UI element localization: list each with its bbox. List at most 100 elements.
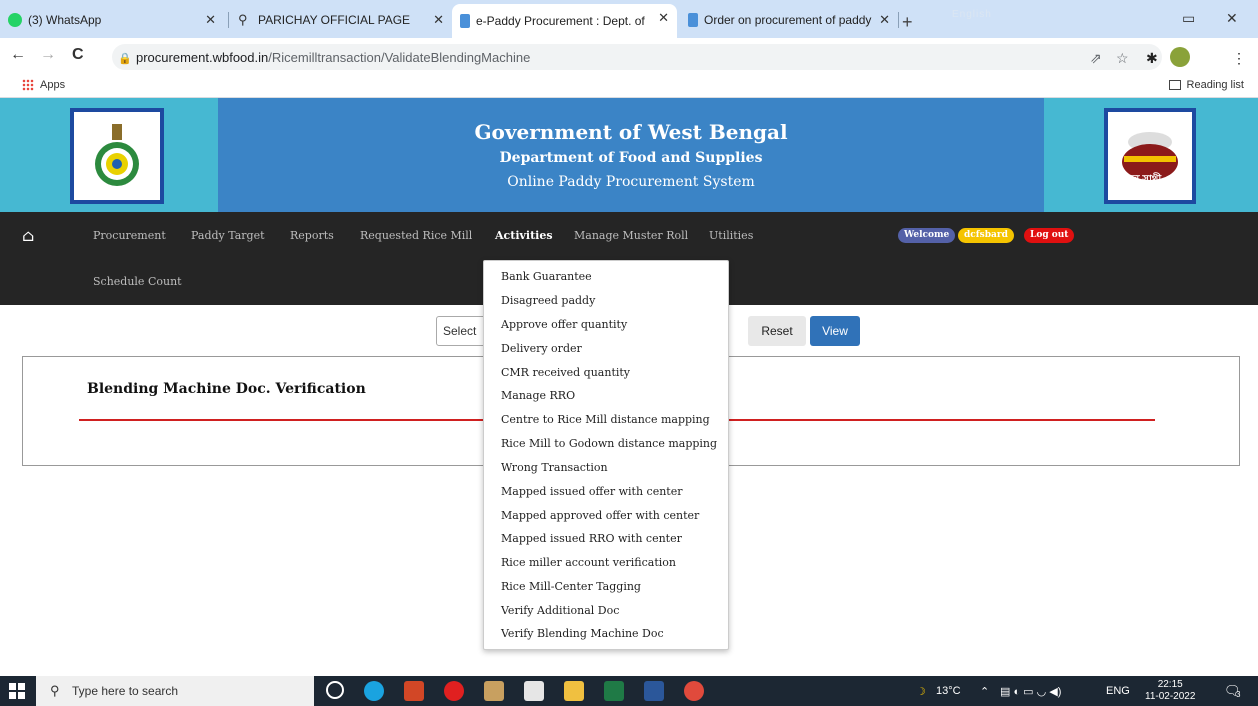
powerpoint-icon[interactable]: [404, 681, 424, 701]
khadya-sathi-logo: খাদ্য সাথী: [1104, 108, 1196, 204]
nav-utilities[interactable]: Utilities: [709, 229, 753, 242]
tab-label: (3) WhatsApp: [28, 13, 102, 27]
language-indicator[interactable]: ENG: [1106, 685, 1130, 697]
browser-tab-strip: (3) WhatsApp ✕ ⚲ PARICHAY OFFICIAL PAGE …: [0, 0, 1258, 38]
share-icon[interactable]: ⇗: [1090, 50, 1102, 67]
wb-emblem-logo: [70, 108, 164, 204]
minimize-icon[interactable]: ▭: [1182, 10, 1195, 27]
edge-icon[interactable]: [364, 681, 384, 701]
forward-icon[interactable]: →: [40, 46, 56, 64]
excel-icon[interactable]: [604, 681, 624, 701]
reload-icon[interactable]: C: [72, 46, 84, 64]
close-window-icon[interactable]: ✕: [1226, 10, 1238, 27]
tray-icons[interactable]: ▤ ◐ ▭ ◡ ◀): [1000, 685, 1061, 698]
menu-item-rice-miller-account-verification[interactable]: Rice miller account verification: [501, 556, 676, 569]
search-icon: ⚲: [238, 12, 248, 27]
star-icon[interactable]: ☆: [1116, 50, 1129, 67]
clock-time: 22:15: [1157, 679, 1183, 690]
page-favicon-icon: [688, 13, 698, 27]
bookmarks-bar: Apps Reading list: [0, 74, 1258, 98]
menu-item-delivery-order[interactable]: Delivery order: [501, 342, 582, 355]
weather-icon[interactable]: ☽: [916, 685, 926, 698]
panel-title: Blending Machine Doc. Verification: [87, 381, 366, 397]
logout-button[interactable]: Log out: [1024, 228, 1075, 243]
menu-item-verify-additional-doc[interactable]: Verify Additional Doc: [501, 604, 619, 617]
clock-date: 11-02-2022: [1145, 691, 1196, 702]
tab-label: PARICHAY OFFICIAL PAGE: [258, 13, 411, 27]
tray-expand-icon[interactable]: ⌃: [980, 685, 989, 698]
menu-item-wrong-transaction[interactable]: Wrong Transaction: [501, 461, 608, 474]
url-domain: procurement.wbfood.in: [136, 50, 269, 65]
menu-item-mapped-approved-offer[interactable]: Mapped approved offer with center: [501, 509, 699, 522]
taskbar-search[interactable]: ⚲ Type here to search: [36, 676, 314, 706]
menu-item-disagreed-paddy[interactable]: Disagreed paddy: [501, 294, 595, 307]
tab-e-paddy-procurement[interactable]: e-Paddy Procurement : Dept. of F ✕: [452, 4, 677, 38]
tab-whatsapp[interactable]: (3) WhatsApp ✕: [0, 6, 224, 34]
word-icon[interactable]: [644, 681, 664, 701]
nav-reports[interactable]: Reports: [290, 229, 334, 242]
url-path: /Ricemilltransaction/ValidateBlendingMac…: [268, 50, 531, 65]
tab-parichay[interactable]: ⚲ PARICHAY OFFICIAL PAGE ✕: [230, 6, 452, 34]
chrome-icon[interactable]: [684, 681, 704, 701]
close-icon[interactable]: ✕: [205, 12, 216, 28]
url-text[interactable]: procurement.wbfood.in/Ricemilltransactio…: [136, 50, 530, 65]
menu-item-mapped-issued-rro[interactable]: Mapped issued RRO with center: [501, 532, 682, 545]
close-icon[interactable]: ✕: [658, 10, 669, 26]
menu-item-verify-blending-machine-doc[interactable]: Verify Blending Machine Doc: [501, 627, 664, 640]
department-title: Department of Food and Supplies: [499, 150, 763, 166]
menu-dots-icon[interactable]: ⋮: [1232, 50, 1246, 67]
tab-label: e-Paddy Procurement : Dept. of F: [476, 14, 646, 28]
windows-start-icon[interactable]: [8, 682, 26, 700]
notification-count: 3: [1236, 690, 1241, 699]
activities-dropdown-menu: Bank Guarantee Disagreed paddy Approve o…: [483, 260, 729, 650]
menu-item-mapped-issued-offer[interactable]: Mapped issued offer with center: [501, 485, 682, 498]
cortana-icon[interactable]: [326, 681, 344, 699]
menu-item-approve-offer-quantity[interactable]: Approve offer quantity: [501, 318, 627, 331]
tab-overlay-text: English: [952, 9, 992, 20]
page-favicon-icon: [460, 14, 470, 28]
new-tab-icon[interactable]: +: [902, 12, 913, 33]
view-button[interactable]: View: [810, 316, 860, 346]
menu-item-centre-to-rice-mill[interactable]: Centre to Rice Mill distance mapping: [501, 413, 710, 426]
menu-item-rice-mill-center-tagging[interactable]: Rice Mill-Center Tagging: [501, 580, 641, 593]
nav-manage-muster-roll[interactable]: Manage Muster Roll: [574, 229, 688, 242]
apps-label: Apps: [40, 79, 66, 91]
close-icon[interactable]: ✕: [879, 12, 890, 28]
khadya-sathi-text: খাদ্য সাথী: [1122, 174, 1162, 185]
media-player-icon[interactable]: [444, 681, 464, 701]
tab-divider: [228, 12, 229, 28]
emblem-icon: [95, 124, 139, 186]
home-icon[interactable]: ⌂: [22, 226, 34, 245]
nav-activities[interactable]: Activities: [495, 229, 553, 242]
nav-requested-rice-mill[interactable]: Requested Rice Mill: [360, 229, 472, 242]
reset-button[interactable]: Reset: [748, 316, 806, 346]
site-banner: Government of West Bengal Department of …: [0, 98, 1258, 212]
tab-divider: [898, 12, 899, 28]
menu-item-bank-guarantee[interactable]: Bank Guarantee: [501, 270, 592, 283]
menu-item-rice-mill-to-godown[interactable]: Rice Mill to Godown distance mapping: [501, 437, 717, 450]
app-icon[interactable]: [524, 681, 544, 701]
extensions-icon[interactable]: ✱: [1146, 50, 1158, 67]
weather-temp[interactable]: 13°C: [936, 685, 961, 697]
taskbar-search-placeholder: Type here to search: [72, 684, 179, 698]
close-icon[interactable]: ✕: [433, 12, 444, 28]
file-explorer-icon[interactable]: [564, 681, 584, 701]
whatsapp-icon: [8, 13, 22, 27]
nav-procurement[interactable]: Procurement: [93, 229, 166, 242]
reading-list-icon: [1168, 80, 1181, 90]
government-title: Government of West Bengal: [474, 120, 788, 144]
menu-item-manage-rro[interactable]: Manage RRO: [501, 389, 575, 402]
apps-bookmark[interactable]: Apps: [22, 79, 65, 91]
nav-schedule-count[interactable]: Schedule Count: [93, 275, 182, 288]
banner-title-block: Government of West Bengal Department of …: [218, 98, 1044, 212]
tab-order-on-procurement[interactable]: Order on procurement of paddy ✕: [680, 6, 898, 34]
user-badge: dcfsbard: [958, 228, 1014, 243]
reading-list[interactable]: Reading list: [1168, 79, 1244, 91]
profile-avatar[interactable]: [1170, 47, 1190, 67]
system-clock[interactable]: 22:15 11-02-2022: [1145, 679, 1195, 703]
reading-list-label: Reading list: [1186, 79, 1244, 91]
back-icon[interactable]: ←: [10, 46, 26, 64]
menu-item-cmr-received-quantity[interactable]: CMR received quantity: [501, 366, 630, 379]
nav-paddy-target[interactable]: Paddy Target: [191, 229, 265, 242]
app-icon[interactable]: [484, 681, 504, 701]
